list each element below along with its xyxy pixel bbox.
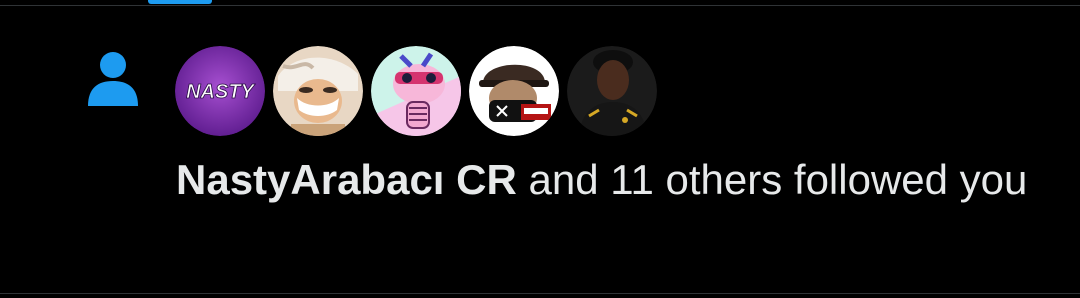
cartoon-cap-character-avatar — [469, 46, 559, 136]
avatar-nasty[interactable]: NASTY — [175, 46, 265, 136]
nasty-logo-avatar: NASTY — [175, 46, 265, 136]
anime-character-avatar — [273, 46, 363, 136]
cartoon-pink-character-avatar — [371, 46, 461, 136]
avatar-follower-2[interactable] — [273, 46, 363, 136]
footballer-photo-avatar — [567, 46, 657, 136]
avatar-logo-text: NASTY — [186, 81, 255, 103]
person-icon — [86, 50, 140, 108]
avatar-follower-5[interactable] — [567, 46, 657, 136]
actor-name[interactable]: NastyArabacı CR — [176, 156, 517, 203]
tab-indicator — [148, 0, 212, 4]
notification-message[interactable]: NastyArabacı CR and 11 others followed y… — [176, 152, 1056, 208]
avatar-follower-3[interactable] — [371, 46, 461, 136]
action-text: and 11 others followed you — [528, 156, 1028, 203]
bottom-divider — [0, 293, 1080, 294]
follower-avatars: NASTY — [175, 46, 657, 138]
avatar-follower-4[interactable] — [469, 46, 559, 136]
follow-notification[interactable]: NASTY NastyArabacı CR and 11 others foll… — [0, 6, 1080, 293]
